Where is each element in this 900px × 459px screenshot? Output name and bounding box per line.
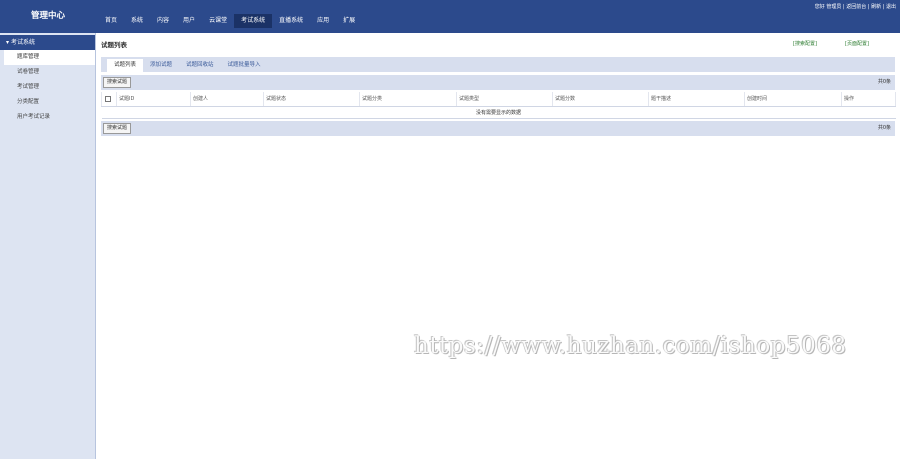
search-questions-button[interactable]: 搜索试题 — [103, 77, 132, 88]
nav-live-system[interactable]: 直播系统 — [272, 14, 310, 28]
nav-content[interactable]: 内容 — [150, 14, 176, 28]
empty-message: 没有需要显示的数据 — [101, 106, 896, 119]
sidebar-section-label: 考试系统 — [10, 39, 35, 46]
column-header[interactable]: 试题类型 — [456, 92, 553, 107]
tab-recycle-bin[interactable]: 试题回收站 — [179, 59, 221, 72]
back-to-site-link[interactable]: 返回前台 — [846, 4, 866, 10]
questions-table: 试题ID 创建人 试题状态 试题分类 试题类型 试题分数 题干描述 创建时间 操… — [101, 92, 896, 119]
column-header[interactable]: 试题状态 — [263, 92, 360, 107]
sidebar-item-papers[interactable]: 试卷管理 — [0, 65, 95, 80]
page-config-link[interactable]: [页面配置] — [845, 40, 869, 47]
user-greeting: 您好 管理员 — [814, 4, 842, 10]
tab-question-list[interactable]: 试题列表 — [107, 59, 144, 72]
tab-batch-import[interactable]: 试题批量导入 — [221, 59, 268, 72]
page-title: 试题列表 — [101, 41, 127, 49]
top-toolbar: 搜索试题 共0条 — [101, 75, 895, 90]
nav-extensions[interactable]: 扩展 — [336, 14, 362, 28]
sidebar-item-categories[interactable]: 分类配置 — [0, 95, 95, 110]
sidebar-item-question-bank[interactable]: 题库管理 — [4, 50, 95, 65]
nav-home[interactable]: 首页 — [98, 14, 124, 28]
column-header[interactable]: 创建时间 — [744, 92, 842, 107]
column-header[interactable]: 试题分数 — [552, 92, 649, 107]
record-count: 共0条 — [877, 79, 891, 85]
record-count-bottom: 共0条 — [877, 124, 891, 131]
title-row: 试题列表 [搜索配置] [页面配置] — [101, 38, 895, 52]
column-header: 操作 — [841, 92, 896, 107]
select-all-header — [101, 92, 117, 107]
nav-cloud-classroom[interactable]: 云课堂 — [202, 14, 234, 28]
tab-add-question[interactable]: 添加试题 — [143, 59, 179, 72]
search-config-link[interactable]: [搜索配置] — [793, 40, 817, 47]
column-header[interactable]: 试题分类 — [359, 92, 457, 107]
table-header-row: 试题ID 创建人 试题状态 试题分类 试题类型 试题分数 题干描述 创建时间 操… — [101, 92, 896, 107]
search-questions-button-bottom[interactable]: 搜索试题 — [103, 122, 132, 134]
main-content: 试题列表 [搜索配置] [页面配置] 试题列表 添加试题 试题回收站 试题批量导… — [101, 38, 896, 136]
nav-apps[interactable]: 应用 — [310, 14, 336, 28]
top-bar: 管理中心 首页 系统 内容 用户 云课堂 考试系统 直播系统 应用 扩展 您好 … — [0, 0, 900, 33]
sidebar: ▾ 考试系统 题库管理 试卷管理 考试管理 分类配置 用户考试记录 — [0, 33, 96, 459]
nav-users[interactable]: 用户 — [176, 14, 202, 28]
caret-down-icon: ▾ — [6, 39, 10, 46]
sidebar-section-header[interactable]: ▾ 考试系统 — [0, 35, 95, 50]
table-row: 没有需要显示的数据 — [101, 106, 896, 119]
sidebar-item-exams[interactable]: 考试管理 — [0, 80, 95, 95]
refresh-link[interactable]: 刷新 — [871, 4, 881, 10]
column-header[interactable]: 题干描述 — [648, 92, 745, 107]
logout-link[interactable]: 退出 — [886, 4, 896, 10]
logo: 管理中心 — [30, 11, 65, 21]
tab-bar: 试题列表 添加试题 试题回收站 试题批量导入 — [101, 57, 895, 72]
bottom-toolbar: 搜索试题 共0条 — [101, 120, 895, 136]
watermark: https://www.huzhan.com/ishop5068 — [414, 333, 847, 359]
nav-system[interactable]: 系统 — [124, 14, 150, 28]
column-header[interactable]: 试题ID — [116, 92, 191, 107]
top-nav: 首页 系统 内容 用户 云课堂 考试系统 直播系统 应用 扩展 — [98, 14, 362, 28]
user-bar: 您好 管理员 | 返回前台 | 刷新 | 退出 — [815, 3, 896, 10]
nav-exam-system[interactable]: 考试系统 — [234, 14, 273, 28]
select-all-checkbox[interactable] — [105, 95, 111, 102]
sidebar-item-exam-records[interactable]: 用户考试记录 — [0, 110, 95, 125]
column-header[interactable]: 创建人 — [190, 92, 264, 107]
